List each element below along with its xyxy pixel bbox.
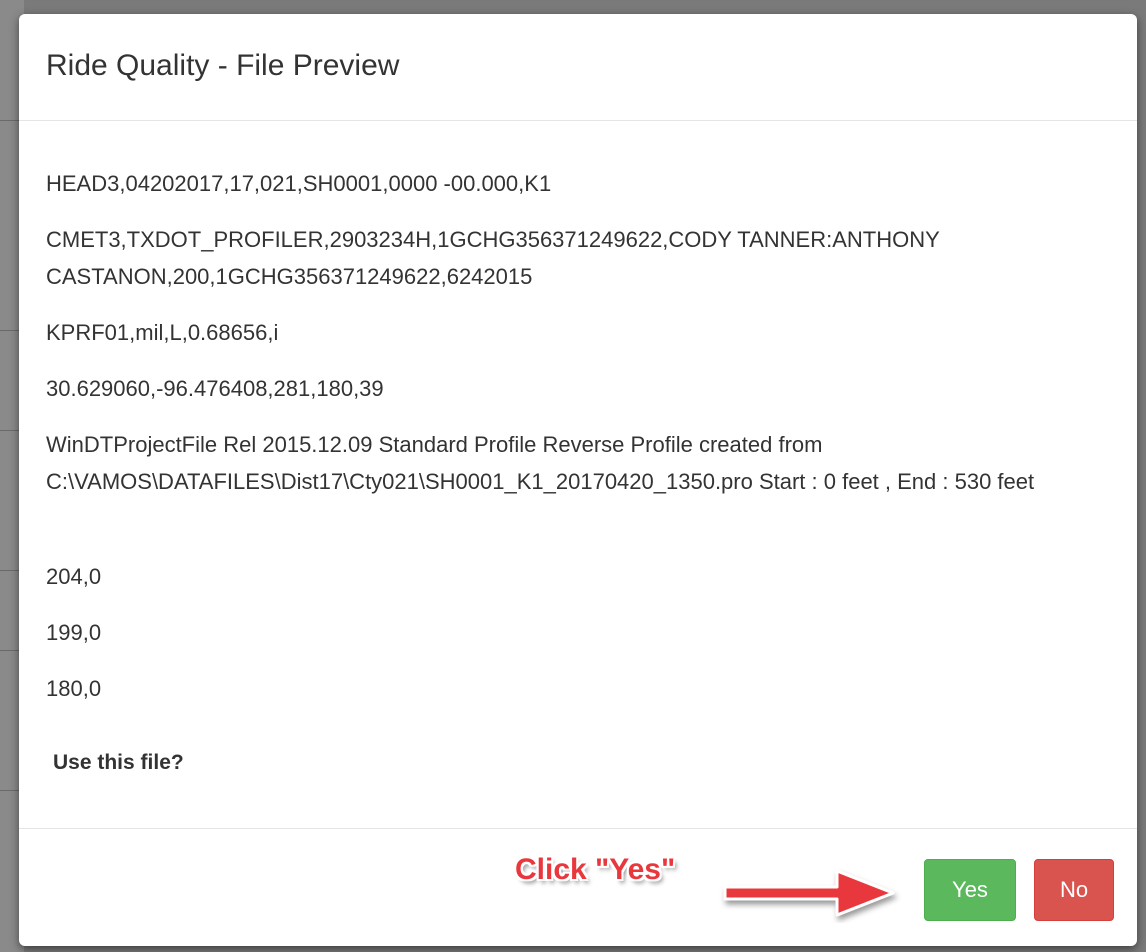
dialog-footer: Click "Yes" Yes No xyxy=(19,828,1137,946)
preview-line: 199,0 xyxy=(46,620,102,645)
prompt-question: Use this file? xyxy=(53,751,184,774)
confirmation-prompt: Use this file? xyxy=(19,717,1137,827)
preview-line: HEAD3,04202017,17,021,SH0001,0000 -00.00… xyxy=(46,171,552,196)
dialog-header: Ride Quality - File Preview xyxy=(19,14,1137,121)
yes-button[interactable]: Yes xyxy=(924,859,1016,921)
file-preview-body[interactable]: HEAD3,04202017,17,021,SH0001,0000 -00.00… xyxy=(19,121,1137,717)
tutorial-annotation-text: Click "Yes" xyxy=(515,853,676,886)
preview-line: CMET3,TXDOT_PROFILER,2903234H,1GCHG35637… xyxy=(46,227,940,289)
arrow-right-icon xyxy=(723,869,895,917)
preview-line: 204,0 xyxy=(46,564,102,589)
preview-line: 180,0 xyxy=(46,676,102,701)
preview-line: 30.629060,-96.476408,281,180,39 xyxy=(46,376,384,401)
preview-line: KPRF01,mil,L,0.68656,i xyxy=(46,320,279,345)
no-button[interactable]: No xyxy=(1034,859,1114,921)
dialog-title: Ride Quality - File Preview xyxy=(46,49,400,82)
file-preview-dialog: Ride Quality - File Preview HEAD3,042020… xyxy=(19,14,1137,946)
preview-line: WinDTProjectFile Rel 2015.12.09 Standard… xyxy=(46,432,1035,494)
